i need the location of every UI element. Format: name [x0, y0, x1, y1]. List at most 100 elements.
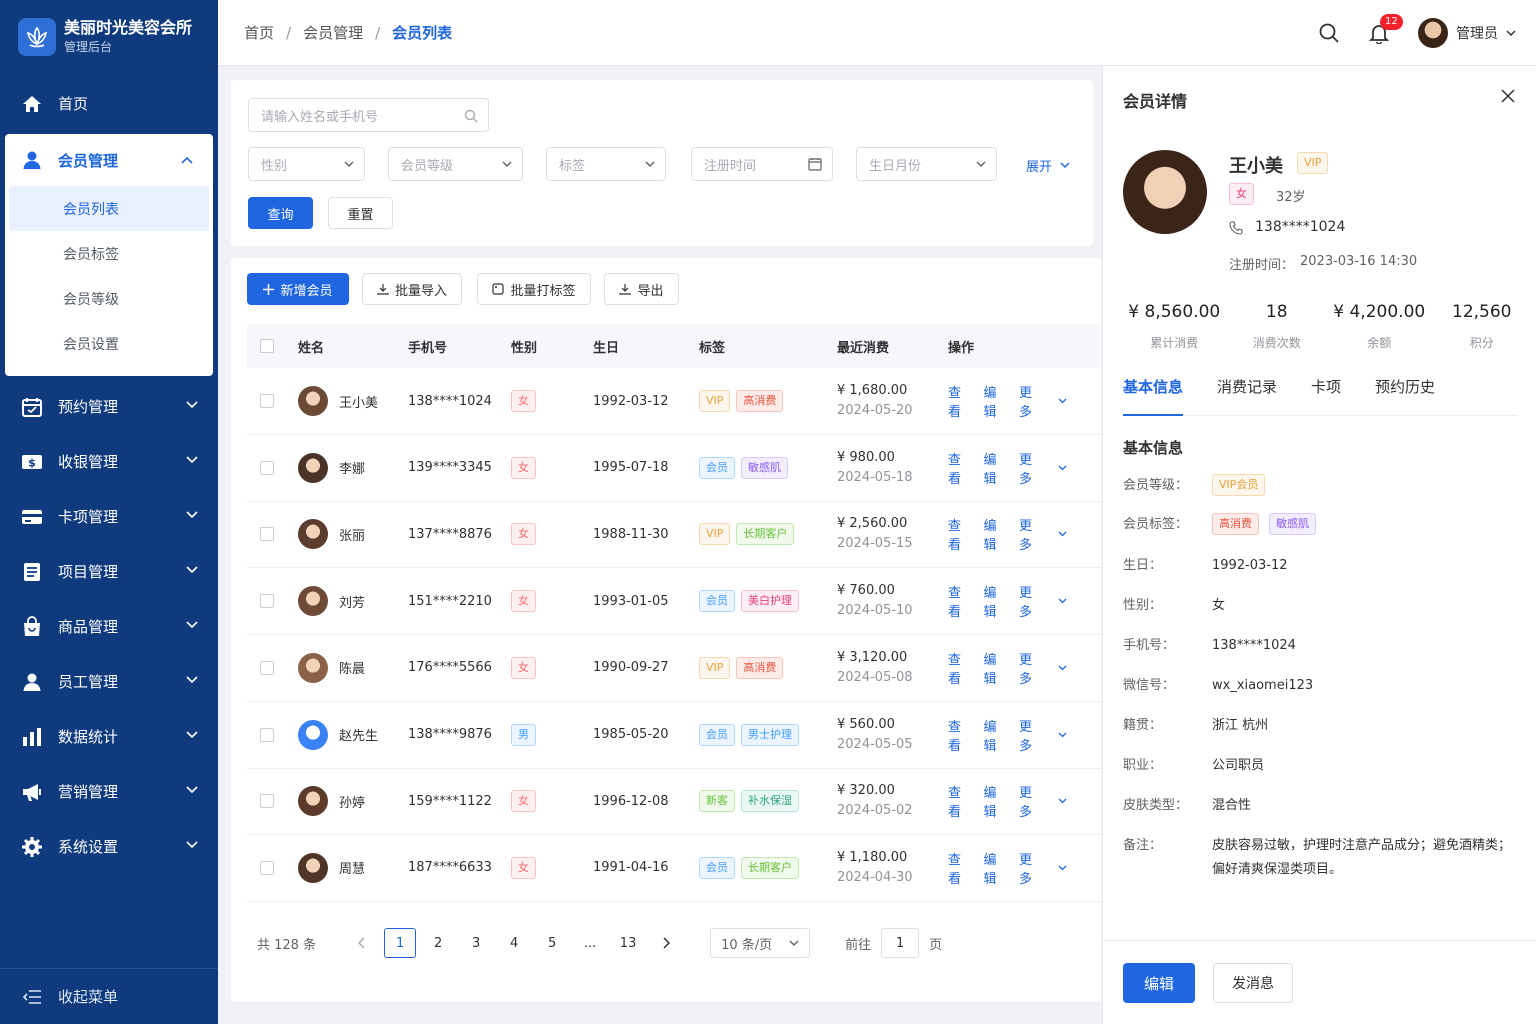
edit-link[interactable]: 编辑	[983, 849, 998, 887]
sidebar-item-appointments[interactable]: 预约管理	[0, 379, 218, 434]
view-link[interactable]: 查看	[948, 515, 963, 553]
edit-link[interactable]: 编辑	[983, 515, 998, 553]
next-page-button[interactable]	[650, 928, 682, 958]
more-link[interactable]: 更多	[1019, 849, 1087, 887]
search-icon[interactable]	[1318, 22, 1340, 44]
member-name[interactable]: 王小美	[339, 392, 378, 411]
info-label: 会员等级：	[1123, 478, 1189, 493]
page-button[interactable]: 5	[536, 928, 568, 958]
row-checkbox[interactable]	[260, 860, 274, 875]
row-checkbox[interactable]	[260, 460, 274, 475]
sidebar-item-cashier[interactable]: $ 收银管理	[0, 434, 218, 489]
sidebar-item-staff[interactable]: 员工管理	[0, 654, 218, 709]
notification-button[interactable]: 12	[1368, 14, 1403, 44]
row-checkbox[interactable]	[260, 527, 274, 542]
edit-link[interactable]: 编辑	[983, 782, 998, 820]
view-link[interactable]: 查看	[948, 849, 963, 887]
sidebar-item-home[interactable]: 首页	[0, 76, 218, 131]
sidebar-item-cards[interactable]: 卡项管理	[0, 489, 218, 544]
reset-button[interactable]: 重置	[328, 197, 393, 229]
page-button[interactable]: 3	[460, 928, 492, 958]
select-all-checkbox[interactable]	[260, 339, 274, 353]
tag-select[interactable]: 标签	[546, 147, 666, 181]
search-input[interactable]: 请输入姓名或手机号	[248, 98, 489, 132]
sidebar-item-projects[interactable]: 项目管理	[0, 544, 218, 599]
view-link[interactable]: 查看	[948, 716, 963, 754]
sidebar-subitem-member-tags[interactable]: 会员标签	[9, 231, 209, 276]
row-checkbox[interactable]	[260, 727, 274, 742]
sidebar-item-member[interactable]: 会员管理	[5, 134, 213, 186]
table-row: 周慧 187****6633 女 1991-04-16 会员 长期客户 ¥ 1,180.00…	[247, 835, 1107, 902]
edit-link[interactable]: 编辑	[983, 716, 998, 754]
member-name[interactable]: 赵先生	[339, 725, 378, 744]
breadcrumb-member[interactable]: 会员管理	[303, 22, 363, 43]
view-link[interactable]: 查看	[948, 449, 963, 487]
tab-cards[interactable]: 卡项	[1311, 376, 1341, 416]
batch-import-button[interactable]: 批量导入	[362, 273, 462, 305]
page-button[interactable]: 13	[612, 928, 644, 958]
goto-page-input[interactable]: 1	[881, 928, 920, 958]
more-link[interactable]: 更多	[1019, 582, 1087, 620]
close-icon[interactable]	[1500, 88, 1516, 104]
query-button[interactable]: 查询	[248, 197, 313, 229]
tab-consumption[interactable]: 消费记录	[1217, 376, 1277, 416]
page-button[interactable]: 4	[498, 928, 530, 958]
sidebar-item-products[interactable]: 商品管理	[0, 599, 218, 654]
member-name[interactable]: 孙婷	[339, 792, 365, 811]
more-link[interactable]: 更多	[1019, 515, 1087, 553]
page-ellipsis[interactable]: ...	[574, 928, 606, 958]
level-select[interactable]: 会员等级	[388, 147, 523, 181]
member-name[interactable]: 周慧	[339, 858, 365, 877]
sidebar-subitem-member-settings[interactable]: 会员设置	[9, 321, 209, 366]
expand-link[interactable]: 展开	[1026, 156, 1070, 175]
member-name[interactable]: 张丽	[339, 525, 365, 544]
add-member-button[interactable]: 新增会员	[247, 273, 349, 305]
row-checkbox[interactable]	[260, 660, 274, 675]
edit-link[interactable]: 编辑	[983, 449, 998, 487]
more-link[interactable]: 更多	[1019, 716, 1087, 754]
gender-select[interactable]: 性别	[248, 147, 365, 181]
page-button[interactable]: 2	[422, 928, 454, 958]
row-actions: 查看 编辑 更多	[948, 382, 1107, 420]
send-message-button[interactable]: 发消息	[1213, 963, 1293, 1003]
tab-basic-info[interactable]: 基本信息	[1123, 376, 1184, 416]
page-size-select[interactable]: 10 条/页	[710, 928, 811, 958]
more-link[interactable]: 更多	[1019, 449, 1087, 487]
edit-button[interactable]: 编辑	[1123, 963, 1195, 1003]
reg-time-picker[interactable]: 注册时间	[691, 147, 833, 181]
view-link[interactable]: 查看	[948, 382, 963, 420]
goto-label: 前往	[845, 937, 872, 953]
avatar	[298, 652, 328, 683]
export-button[interactable]: 导出	[604, 273, 679, 305]
breadcrumb-home[interactable]: 首页	[244, 22, 274, 43]
view-link[interactable]: 查看	[948, 582, 963, 620]
page-size-value: 10 条/页	[721, 937, 773, 953]
tab-appointments[interactable]: 预约历史	[1375, 376, 1435, 416]
more-link[interactable]: 更多	[1019, 782, 1087, 820]
view-link[interactable]: 查看	[948, 649, 963, 687]
view-link[interactable]: 查看	[948, 782, 963, 820]
sidebar-subitem-member-levels[interactable]: 会员等级	[9, 276, 209, 321]
edit-link[interactable]: 编辑	[983, 582, 998, 620]
row-checkbox[interactable]	[260, 394, 274, 408]
row-checkbox[interactable]	[260, 794, 274, 809]
more-link[interactable]: 更多	[1019, 382, 1087, 420]
more-link[interactable]: 更多	[1019, 649, 1087, 687]
sidebar-item-settings[interactable]: 系统设置	[0, 819, 218, 874]
reg-time-value: 2023-03-16 14:30	[1300, 254, 1418, 269]
sidebar-subitem-member-list[interactable]: 会员列表	[9, 186, 209, 231]
user-menu[interactable]: 管理员	[1418, 18, 1516, 48]
edit-link[interactable]: 编辑	[983, 382, 998, 420]
prev-page-button[interactable]	[346, 928, 378, 958]
sidebar-item-statistics[interactable]: 数据统计	[0, 709, 218, 764]
sidebar-item-marketing[interactable]: 营销管理	[0, 764, 218, 819]
member-name[interactable]: 李娜	[339, 458, 365, 477]
member-name[interactable]: 刘芳	[339, 592, 365, 611]
edit-link[interactable]: 编辑	[983, 649, 998, 687]
collapse-menu-button[interactable]: 收起菜单	[0, 968, 218, 1024]
batch-tag-button[interactable]: 批量打标签	[477, 273, 591, 305]
row-checkbox[interactable]	[260, 594, 274, 609]
page-button[interactable]: 1	[384, 928, 417, 958]
member-name[interactable]: 陈晨	[339, 658, 365, 677]
birth-month-select[interactable]: 生日月份	[856, 147, 997, 181]
